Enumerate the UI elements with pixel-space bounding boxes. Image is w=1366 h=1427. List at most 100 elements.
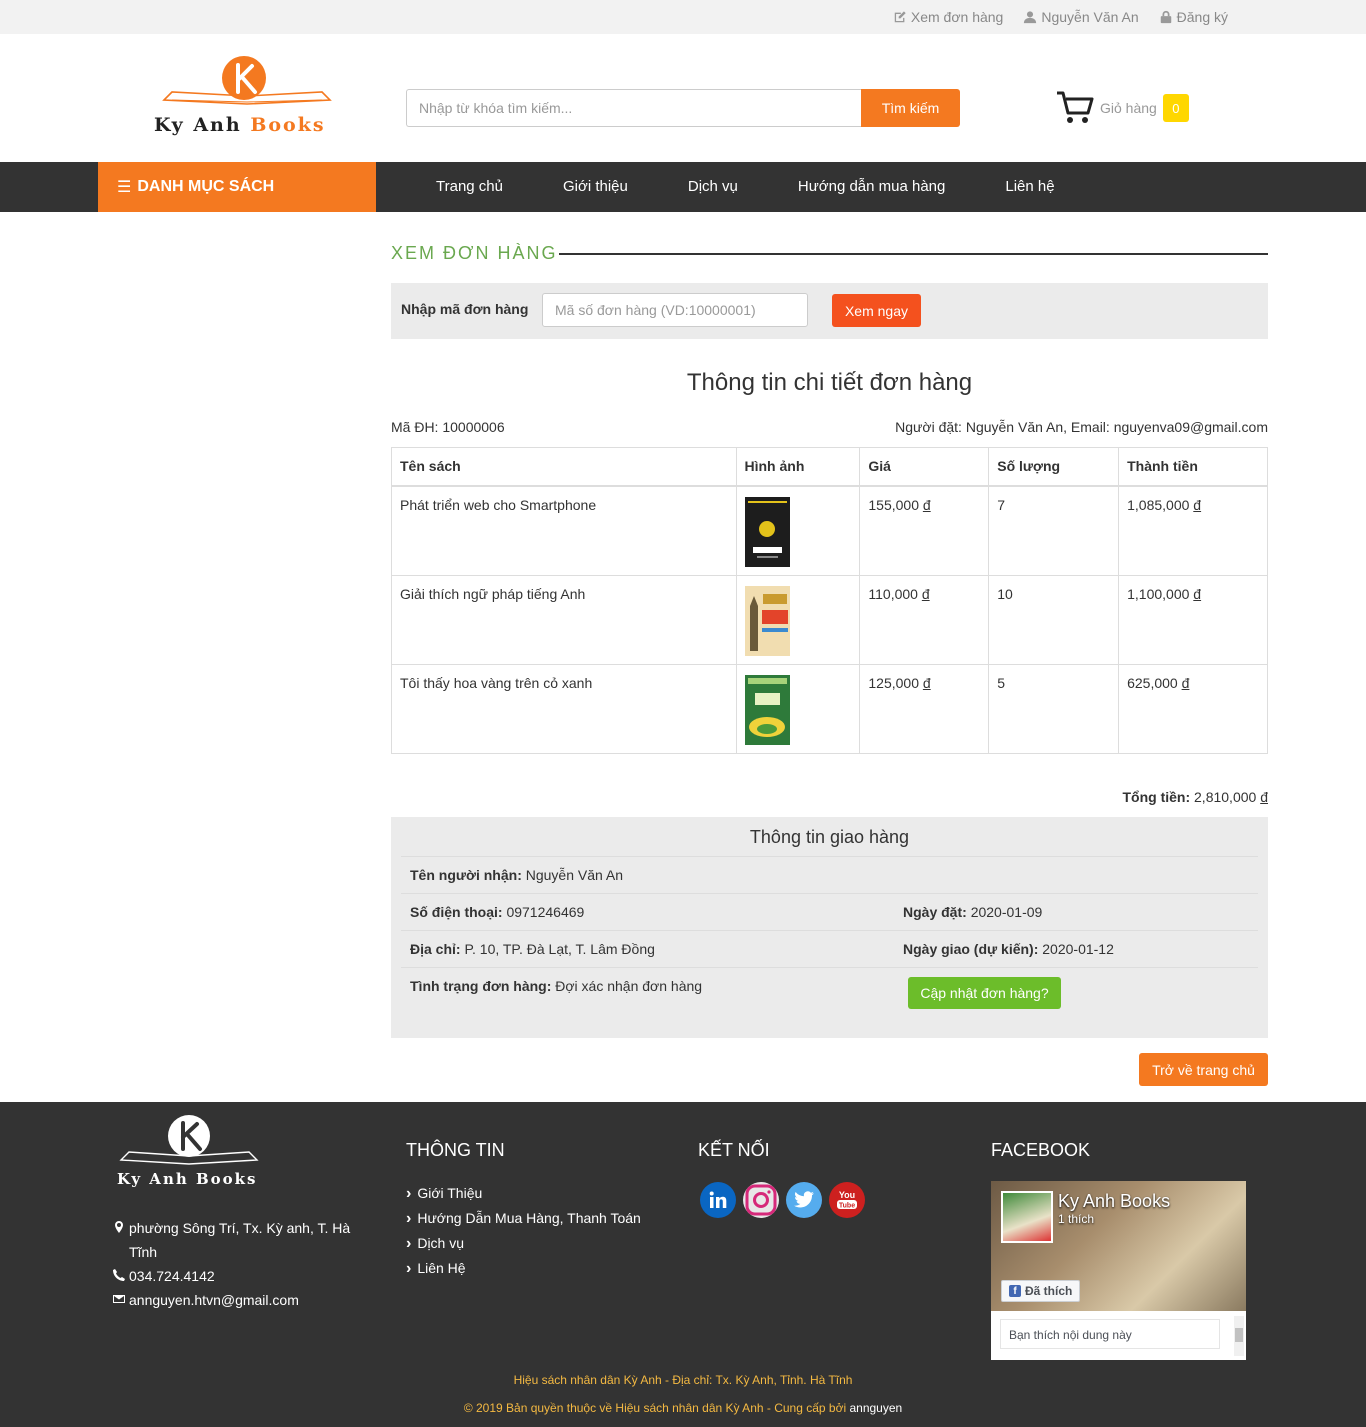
book-quantity: 7 <box>988 485 1120 576</box>
book-cover-image <box>744 496 790 567</box>
edit-icon <box>894 11 906 23</box>
nav-item-home[interactable]: Trang chủ <box>406 162 533 212</box>
order-buyer: Người đặt: Nguyễn Văn An, Email: nguyenv… <box>895 419 1268 435</box>
nav-item-about[interactable]: Giới thiệu <box>533 162 658 212</box>
order-total: Tổng tiền: 2,810,000 đ <box>1122 789 1268 805</box>
user-account-link[interactable]: Nguyễn Văn An <box>1023 9 1139 25</box>
facebook-icon: f <box>1009 1285 1021 1297</box>
footer-email[interactable]: annguyen.htvn@gmail.com <box>113 1288 363 1312</box>
currency-symbol: đ <box>921 585 930 602</box>
recipient-value: Nguyễn Văn An <box>525 867 624 883</box>
footer-email-text: annguyen.htvn@gmail.com <box>129 1292 299 1308</box>
order-code-input[interactable] <box>542 293 808 327</box>
currency-symbol: đ <box>922 496 931 513</box>
address-label: Địa chỉ: <box>410 941 461 957</box>
facebook-page-name[interactable]: Ky Anh Books <box>1058 1191 1170 1212</box>
book-subtotal: 1,100,000 đ <box>1118 574 1268 665</box>
top-links: Xem đơn hàng Nguyễn Văn An Đăng ký <box>893 9 1228 25</box>
order-date: Ngày đặt: 2020-01-09 <box>903 904 1042 920</box>
logo-mark-icon <box>162 56 332 105</box>
column-header-quantity: Số lượng <box>988 447 1120 487</box>
category-menu-button[interactable]: ☰ DANH MỤC SÁCH <box>98 162 376 212</box>
user-name-label: Nguyễn Văn An <box>1041 9 1139 25</box>
book-cover-image <box>744 674 790 745</box>
order-date-label: Ngày đặt: <box>903 904 967 920</box>
facebook-post-text: Bạn thích nội dung này <box>1000 1319 1220 1349</box>
currency-symbol: đ <box>1193 496 1202 513</box>
youtube-icon[interactable]: You Tube <box>829 1182 865 1218</box>
footer-link-guide[interactable]: Hướng Dẫn Mua Hàng, Thanh Toán <box>406 1206 641 1231</box>
scrollbar-thumb[interactable] <box>1235 1328 1243 1342</box>
column-header-name: Tên sách <box>391 447 737 487</box>
site-logo[interactable]: Ky Anh Books <box>152 56 342 140</box>
view-orders-link[interactable]: Xem đơn hàng <box>893 9 1003 25</box>
view-order-button[interactable]: Xem ngay <box>832 294 921 327</box>
svg-text:Tube: Tube <box>839 1203 855 1210</box>
social-links: You Tube <box>700 1182 865 1218</box>
section-title-text: XEM ĐƠN HÀNG <box>391 243 560 263</box>
footer-copyright: © 2019 Bản quyền thuộc về Hiệu sách nhân… <box>0 1401 1366 1415</box>
facebook-liked-button[interactable]: f Đã thích <box>1001 1280 1081 1302</box>
order-status: Tình trạng đơn hàng: Đợi xác nhận đơn hà… <box>410 978 702 994</box>
search-input[interactable] <box>406 89 861 127</box>
book-cover-cell <box>735 485 861 576</box>
order-lookup-form: Nhập mã đơn hàng Xem ngay <box>391 283 1268 339</box>
cart-count-badge: 0 <box>1162 94 1189 122</box>
cart[interactable]: Giỏ hàng 0 <box>1056 90 1189 126</box>
nav-item-guide[interactable]: Hướng dẫn mua hàng <box>768 162 975 212</box>
currency-symbol: đ <box>1260 789 1268 805</box>
column-header-price: Giá <box>859 447 990 487</box>
shipping-info-panel: Thông tin giao hàng Tên người nhận: Nguy… <box>391 817 1268 1038</box>
cart-icon <box>1057 91 1094 123</box>
footer-link-about[interactable]: Giới Thiệu <box>406 1181 641 1206</box>
order-items-table: Tên sách Hình ảnh Giá Số lượng Thành tiề… <box>391 447 1268 754</box>
facebook-page-avatar[interactable] <box>1001 1191 1053 1243</box>
price-value: 125,000 <box>868 674 919 691</box>
register-link[interactable]: Đăng ký <box>1159 9 1228 25</box>
book-subtotal: 1,085,000 đ <box>1118 485 1268 576</box>
nav-item-contact[interactable]: Liên hệ <box>975 162 1084 212</box>
category-menu-label: DANH MỤC SÁCH <box>137 178 275 195</box>
facebook-page-widget[interactable]: Ky Anh Books 1 thích f Đã thích Bạn thíc… <box>991 1181 1246 1360</box>
update-order-button[interactable]: Cập nhật đơn hàng? <box>908 977 1061 1009</box>
cart-label: Giỏ hàng <box>1100 100 1157 116</box>
subtotal-value: 625,000 <box>1127 674 1178 691</box>
order-detail-title: Thông tin chi tiết đơn hàng <box>686 369 973 396</box>
table-header-row: Tên sách Hình ảnh Giá Số lượng Thành tiề… <box>391 447 1268 487</box>
register-label: Đăng ký <box>1176 9 1228 25</box>
instagram-icon[interactable] <box>743 1182 779 1218</box>
nav-item-services[interactable]: Dịch vụ <box>658 162 768 212</box>
copyright-author[interactable]: annguyen <box>849 1401 902 1415</box>
footer-facebook-heading: FACEBOOK <box>991 1140 1091 1160</box>
lock-icon <box>1160 10 1171 24</box>
back-home-button[interactable]: Trở về trang chủ <box>1139 1053 1268 1086</box>
footer-address-text: phường Sông Trí, Tx. Kỳ anh, T. Hà Tĩnh <box>129 1220 351 1260</box>
address-value: P. 10, TP. Đà Lạt, T. Lâm Đồng <box>464 941 655 957</box>
linkedin-icon[interactable] <box>700 1182 736 1218</box>
twitter-icon[interactable] <box>786 1182 822 1218</box>
footer-link-contact[interactable]: Liên Hệ <box>406 1256 641 1281</box>
facebook-scrollbar[interactable] <box>1234 1316 1244 1356</box>
subtotal-value: 1,085,000 <box>1127 496 1190 513</box>
table-row: Phát triển web cho Smartphone 155,000 đ … <box>391 485 1268 576</box>
footer-contact: phường Sông Trí, Tx. Kỳ anh, T. Hà Tĩnh … <box>113 1216 363 1312</box>
shipping-title: Thông tin giao hàng <box>749 827 910 847</box>
book-quantity: 10 <box>988 574 1120 665</box>
search-bar: Tìm kiếm <box>406 89 960 127</box>
footer-logo[interactable]: Ky Anh Books <box>115 1114 265 1194</box>
svg-text:You: You <box>839 1190 855 1200</box>
menu-icon: ☰ <box>117 179 132 196</box>
facebook-liked-label: Đã thích <box>1025 1284 1073 1298</box>
price-value: 155,000 <box>868 496 919 513</box>
user-icon <box>1024 11 1037 24</box>
table-row: Giải thích ngữ pháp tiếng Anh 110,000 đ … <box>391 574 1268 665</box>
order-code-label: Nhập mã đơn hàng <box>401 301 529 317</box>
facebook-like-count: 1 thích <box>1058 1212 1095 1226</box>
footer-logo-text: Ky Anh Books <box>117 1170 258 1188</box>
book-cover-image <box>744 585 790 656</box>
book-name: Phát triển web cho Smartphone <box>391 485 737 576</box>
search-button[interactable]: Tìm kiếm <box>861 89 960 127</box>
footer-link-services[interactable]: Dịch vụ <box>406 1231 641 1256</box>
delivery-date-value: 2020-01-12 <box>1042 941 1114 957</box>
book-cover-cell <box>735 574 861 665</box>
